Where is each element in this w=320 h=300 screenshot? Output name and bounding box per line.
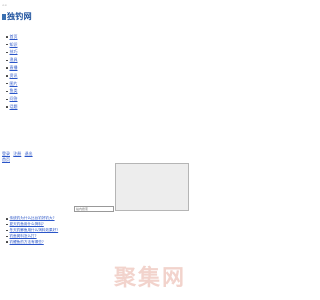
article-link[interactable]: 冬天钓鲫鱼用什么饵料效果好? [10, 228, 59, 233]
nav-link-live[interactable]: 直播 [10, 65, 18, 71]
logout-link[interactable]: 退出 [25, 151, 33, 156]
list-item: 冬天钓鲫鱼用什么饵料效果好? [6, 228, 58, 234]
bullet-icon [6, 59, 8, 62]
nav-link-tips[interactable]: 技巧 [10, 49, 18, 55]
nav-link-fish[interactable]: 鱼类 [10, 88, 18, 94]
bullet-icon [6, 82, 8, 85]
article-link[interactable]: 传统钓为什么比台钓好钓大? [10, 216, 55, 221]
article-link[interactable]: 钓鱼窝料怎么打? [10, 234, 37, 239]
login-link[interactable]: 登录 [2, 151, 10, 156]
nav-item-images: 图片 [6, 80, 18, 88]
nav-item-fish: 鱼类 [6, 88, 18, 96]
search-input[interactable] [74, 206, 114, 212]
logo-icon [2, 13, 6, 20]
bullet-icon [6, 43, 8, 46]
nav-item-tips: 技巧 [6, 49, 18, 57]
image-placeholder [115, 163, 189, 211]
article-link[interactable]: 夏天钓鱼用什么饵料? [10, 222, 44, 227]
site-title: 独钓网 [7, 12, 32, 21]
list-item: 传统钓为什么比台钓好钓大? [6, 216, 58, 222]
site-logo[interactable]: 独钓网 [2, 11, 32, 22]
bullet-icon [6, 51, 8, 54]
bullet-icon [6, 223, 8, 226]
watermark: 聚集网 [0, 260, 300, 292]
bullet-icon [6, 75, 8, 77]
article-link[interactable]: 钓鲤鱼的方法有哪些? [10, 240, 44, 245]
bullet-icon [6, 235, 8, 238]
nav-link-qa[interactable]: 问答 [10, 96, 18, 102]
watermark-text: 聚集网 [113, 266, 186, 291]
bullet-icon [6, 218, 8, 220]
home-link-row: 首页 [2, 157, 10, 163]
nav-item-gear: 渔具 [6, 56, 18, 64]
top-text: << [2, 3, 8, 7]
bullet-icon [6, 98, 8, 101]
bullet-icon [6, 90, 8, 93]
main-nav: 首页 知识 技巧 渔具 直播 资讯 图片 鱼类 问答 话题 [6, 33, 18, 111]
article-list: 传统钓为什么比台钓好钓大? 夏天钓鱼用什么饵料? 冬天钓鲫鱼用什么饵料效果好? … [6, 216, 58, 245]
nav-item-knowledge: 知识 [6, 41, 18, 49]
nav-link-gear[interactable]: 渔具 [10, 57, 18, 63]
register-link[interactable]: 注册 [13, 151, 21, 156]
nav-link-news[interactable]: 资讯 [10, 73, 18, 79]
home-link[interactable]: 首页 [2, 157, 10, 162]
bullet-icon [6, 241, 8, 243]
bullet-icon [6, 106, 8, 108]
bullet-icon [6, 67, 8, 69]
nav-link-knowledge[interactable]: 知识 [10, 42, 18, 48]
nav-item-qa: 问答 [6, 95, 18, 103]
nav-item-news: 资讯 [6, 72, 18, 80]
nav-item-topics: 话题 [6, 103, 18, 111]
bullet-icon [6, 36, 8, 38]
nav-link-topics[interactable]: 话题 [10, 104, 18, 110]
nav-item-home: 首页 [6, 33, 18, 41]
list-item: 钓鲤鱼的方法有哪些? [6, 239, 58, 245]
nav-link-home[interactable]: 首页 [10, 34, 18, 40]
nav-item-live: 直播 [6, 64, 18, 72]
nav-link-images[interactable]: 图片 [10, 81, 18, 87]
bullet-icon [6, 229, 8, 232]
